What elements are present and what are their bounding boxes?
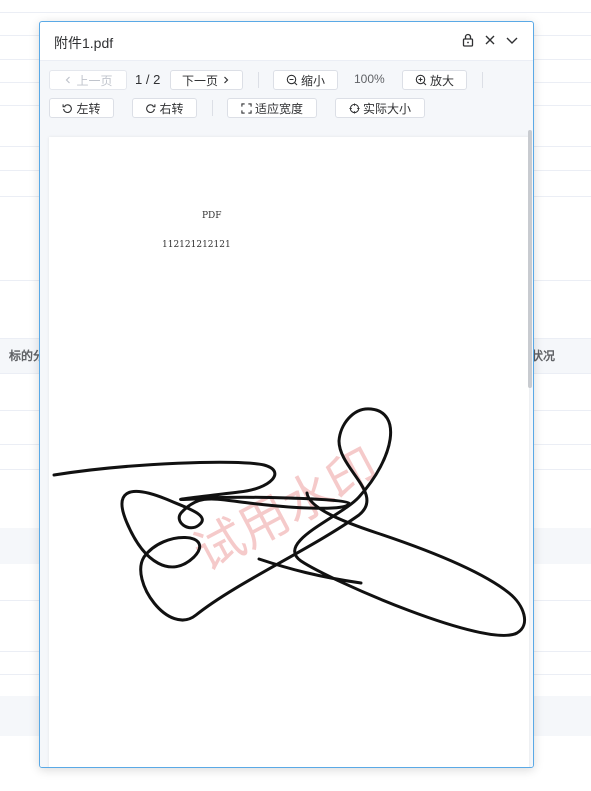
toolbar-divider xyxy=(212,100,213,116)
bg-row-divider xyxy=(0,12,591,13)
viewer-scrollbar[interactable] xyxy=(528,130,532,388)
dialog-title: 附件1.pdf xyxy=(54,35,114,51)
prev-page-button[interactable]: 上一页 xyxy=(49,70,127,90)
zoom-out-label: 缩小 xyxy=(300,73,325,88)
chevron-down-icon[interactable] xyxy=(504,32,520,48)
actual-size-label: 实际大小 xyxy=(362,101,411,116)
rotate-right-icon xyxy=(146,103,156,113)
prev-page-label: 上一页 xyxy=(76,73,113,88)
zoom-in-button[interactable]: 放大 xyxy=(402,70,467,90)
rotate-right-button[interactable]: 右转 xyxy=(132,98,197,118)
zoom-level: 100% xyxy=(354,72,385,86)
bg-column-header: 状况 xyxy=(531,349,556,363)
chevron-left-icon xyxy=(66,76,71,84)
pdf-page-graphics: 试用水印 xyxy=(52,407,527,637)
next-page-button[interactable]: 下一页 xyxy=(170,70,243,90)
page-indicator: 1 / 2 xyxy=(135,72,161,87)
pdf-viewer-area[interactable]: PDF 112121212121 试用水印 xyxy=(40,124,533,767)
zoom-out-button[interactable]: 缩小 xyxy=(273,70,338,90)
actual-size-button[interactable]: 实际大小 xyxy=(335,98,425,118)
lock-icon[interactable] xyxy=(460,32,476,48)
actual-size-icon xyxy=(349,102,360,114)
rotate-left-icon xyxy=(63,103,73,113)
zoom-in-icon xyxy=(415,74,427,86)
fit-width-button[interactable]: 适应宽度 xyxy=(227,98,317,118)
zoom-in-label: 放大 xyxy=(429,73,454,88)
toolbar-divider xyxy=(258,72,259,88)
chevron-right-icon xyxy=(224,76,229,84)
zoom-out-icon xyxy=(286,74,298,86)
pdf-page: PDF 112121212121 试用水印 xyxy=(49,137,529,767)
fit-width-label: 适应宽度 xyxy=(254,101,303,116)
rotate-left-label: 左转 xyxy=(76,101,101,116)
viewer-toolbar: 上一页 1 / 2 下一页 缩小 100% 放大 左转 右转 适应宽度 实际大小 xyxy=(40,61,533,124)
next-page-label: 下一页 xyxy=(181,73,218,88)
fit-width-icon xyxy=(241,102,252,114)
toolbar-divider xyxy=(482,72,483,88)
rotate-left-button[interactable]: 左转 xyxy=(49,98,114,118)
rotate-right-label: 右转 xyxy=(159,101,184,116)
close-icon[interactable] xyxy=(482,32,498,48)
dialog-header: 附件1.pdf xyxy=(40,22,533,61)
pdf-preview-dialog: 附件1.pdf 上一页 1 / 2 下一页 缩小 100% 放大 左转 右转 适… xyxy=(39,21,534,768)
